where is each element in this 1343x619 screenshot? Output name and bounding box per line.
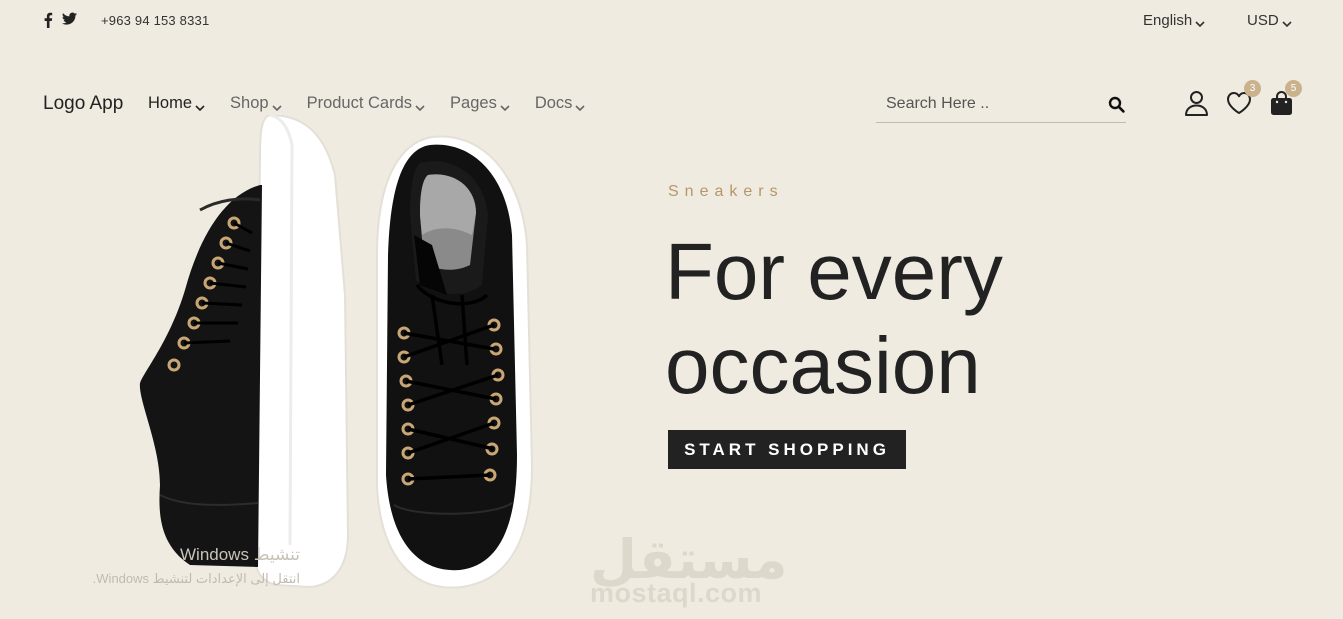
heart-icon — [1226, 92, 1252, 119]
search-bar — [876, 84, 1126, 123]
cart-count-badge: 5 — [1285, 80, 1302, 97]
nav-item-label: Docs — [534, 94, 573, 112]
language-label: English — [1143, 12, 1193, 29]
language-selector[interactable]: English — [1143, 12, 1205, 29]
nav-item-label: Shop — [230, 94, 269, 112]
start-shopping-button[interactable]: START SHOPPING — [668, 430, 906, 469]
hero-headline-line-2: occasion — [665, 321, 981, 410]
main-nav: Home Shop Product Cards Pages Docs — [148, 94, 585, 113]
mostaql-watermark-latin: mostaql.com — [590, 578, 763, 608]
user-icon — [1184, 91, 1209, 120]
nav-item-docs[interactable]: Docs — [535, 94, 586, 113]
currency-label: USD — [1247, 12, 1279, 29]
phone-number: +963 94 153 8331 — [101, 13, 210, 28]
logo[interactable]: Logo App — [43, 93, 123, 115]
search-input[interactable] — [886, 93, 1096, 115]
nav-item-label: Home — [148, 94, 193, 112]
chevron-down-icon — [1195, 16, 1205, 27]
windows-activation-title: تنشيط Windows — [180, 545, 300, 564]
chevron-down-icon — [271, 99, 282, 111]
wishlist-count-badge: 3 — [1244, 80, 1261, 97]
nav-item-pages[interactable]: Pages — [450, 94, 510, 113]
nav-item-label: Pages — [450, 94, 497, 112]
nav-item-shop[interactable]: Shop — [230, 94, 282, 113]
sneaker-top-image — [372, 135, 537, 600]
hero-headline-line-1: For every — [665, 227, 1003, 316]
account-button[interactable] — [1184, 90, 1209, 121]
social-links — [42, 12, 77, 28]
chevron-down-icon — [1282, 16, 1292, 27]
search-icon[interactable] — [1108, 96, 1125, 113]
chevron-down-icon — [575, 99, 585, 111]
chevron-down-icon — [500, 99, 510, 111]
nav-item-product-cards[interactable]: Product Cards — [307, 94, 425, 113]
chevron-down-icon — [415, 99, 425, 111]
nav-item-home[interactable]: Home — [148, 94, 205, 113]
shopping-bag-icon — [1270, 91, 1293, 120]
twitter-icon[interactable] — [62, 12, 77, 28]
currency-selector[interactable]: USD — [1247, 12, 1292, 29]
top-bar: +963 94 153 8331 English USD — [0, 0, 1343, 42]
hero-eyebrow: Sneakers — [668, 183, 784, 200]
hero-headline: For every occasion — [665, 225, 1265, 413]
sneaker-side-image — [130, 113, 355, 595]
nav-item-label: Product Cards — [306, 94, 413, 112]
windows-activation-subtitle: انتقل إلى الإعدادات لتنشيط Windows. — [92, 571, 300, 586]
chevron-down-icon — [195, 99, 205, 111]
facebook-icon[interactable] — [42, 12, 54, 28]
